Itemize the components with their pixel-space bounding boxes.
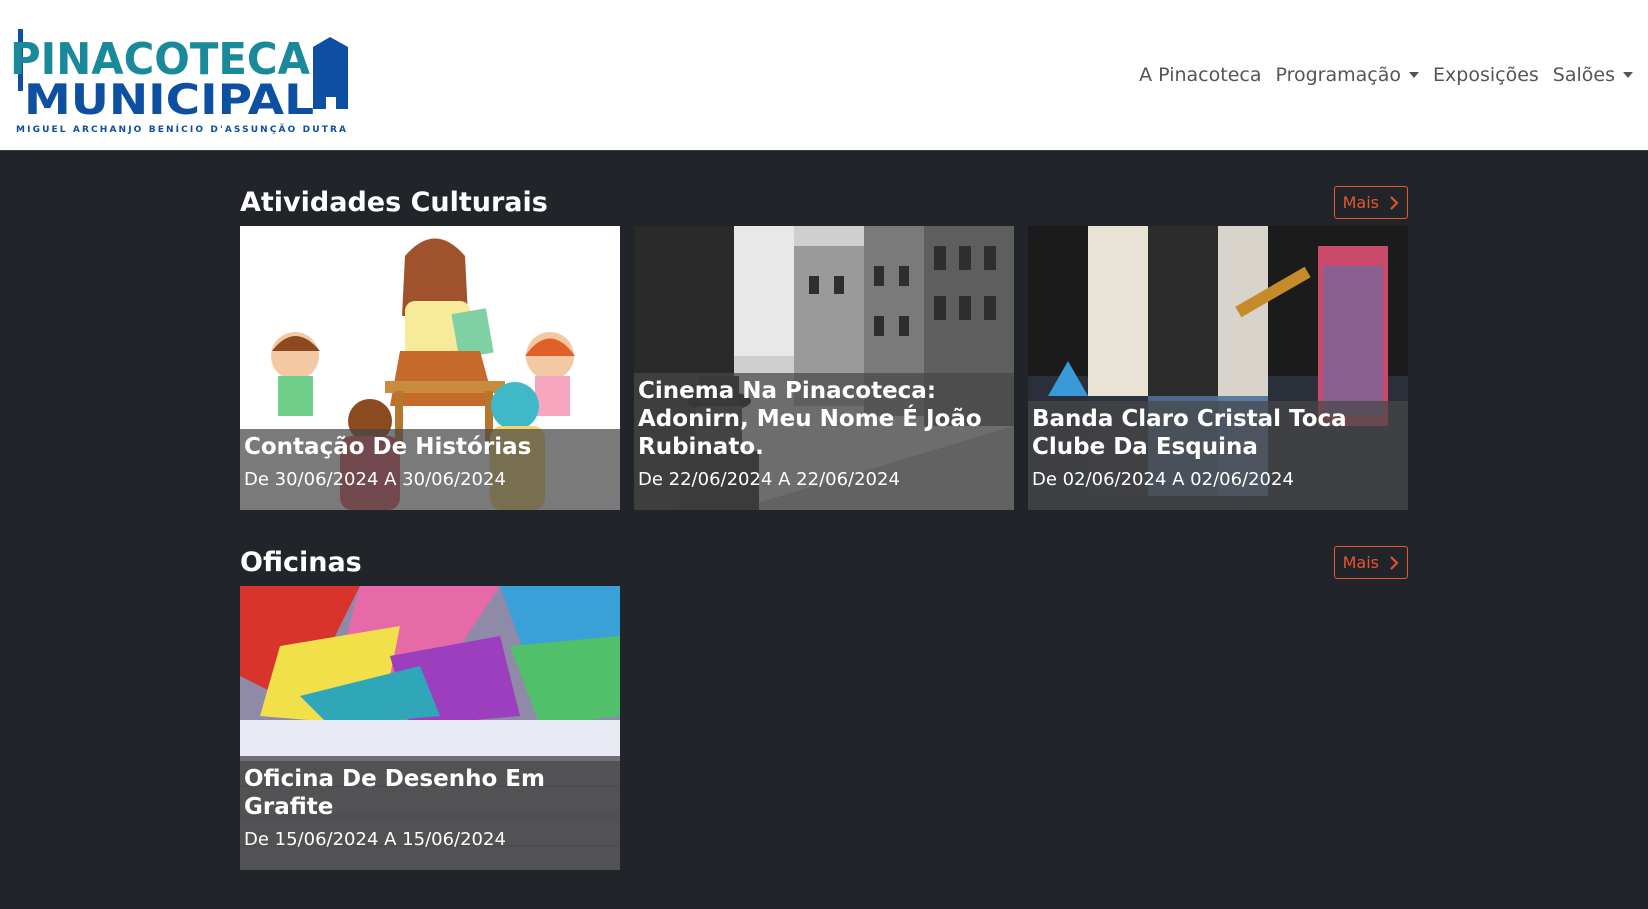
nav-item-saloes[interactable]: Salões [1546,64,1640,86]
section-oficinas: Oficinas Mais Oficina De Desenho Em Graf… [240,544,1408,870]
card-caption: Cinema Na Pinacoteca: Adonirn, Meu Nome … [634,373,1014,510]
nav-label: Salões [1552,64,1615,86]
section-title: Atividades Culturais [240,187,548,218]
card-contacao-de-historias[interactable]: Contação De Histórias De 30/06/2024 A 30… [240,226,620,510]
caret-down-icon [1409,72,1420,78]
nav-item-a-pinacoteca[interactable]: A Pinacoteca [1132,64,1268,86]
site-header: PINACOTECA MUNICIPAL MIGUEL ARCHANJO BEN… [0,0,1648,151]
more-button-label: Mais [1342,553,1379,572]
nav-label: A Pinacoteca [1139,64,1262,86]
nav-label: Programação [1275,64,1402,86]
main-nav: A Pinacoteca Programação Exposições Salõ… [1132,64,1640,86]
card-date: De 22/06/2024 A 22/06/2024 [638,469,900,490]
card-caption: Banda Claro Cristal Toca Clube Da Esquin… [1028,401,1408,510]
logo-line2: MUNICIPAL [24,75,314,124]
card-title: Oficina De Desenho Em Grafite [244,766,545,820]
more-button[interactable]: Mais [1333,186,1408,219]
nav-item-exposicoes[interactable]: Exposições [1426,64,1546,86]
main-content: Atividades Culturais Mais Contação De Hi… [240,151,1408,870]
card-title: Contação De Histórias [244,434,532,460]
card-title: Cinema Na Pinacoteca: Adonirn, Meu Nome … [638,378,982,460]
caret-down-icon [1623,72,1633,78]
card-date: De 02/06/2024 A 02/06/2024 [1032,469,1294,490]
card-cinema-na-pinacoteca[interactable]: Cinema Na Pinacoteca: Adonirn, Meu Nome … [634,226,1014,510]
chevron-right-icon [1390,555,1399,570]
card-date: De 15/06/2024 A 15/06/2024 [244,829,506,850]
site-logo[interactable]: PINACOTECA MUNICIPAL MIGUEL ARCHANJO BEN… [8,19,358,137]
chevron-right-icon [1390,195,1399,210]
section-title: Oficinas [240,547,362,578]
more-button-label: Mais [1342,193,1379,212]
card-caption: Oficina De Desenho Em Grafite De 15/06/2… [240,761,620,870]
card-date: De 30/06/2024 A 30/06/2024 [244,469,506,490]
nav-item-programacao[interactable]: Programação [1268,64,1426,86]
card-caption: Contação De Histórias De 30/06/2024 A 30… [240,429,620,510]
card-banda-claro-cristal[interactable]: Banda Claro Cristal Toca Clube Da Esquin… [1028,226,1408,510]
logo-subtitle: MIGUEL ARCHANJO BENÍCIO D'ASSUNÇÃO DUTRA [16,123,346,135]
card-oficina-de-desenho[interactable]: Oficina De Desenho Em Grafite De 15/06/2… [240,586,620,870]
nav-label: Exposições [1433,64,1539,86]
card-title: Banda Claro Cristal Toca Clube Da Esquin… [1032,406,1347,460]
section-atividades-culturais: Atividades Culturais Mais Contação De Hi… [240,184,1408,510]
more-button[interactable]: Mais [1333,546,1408,579]
